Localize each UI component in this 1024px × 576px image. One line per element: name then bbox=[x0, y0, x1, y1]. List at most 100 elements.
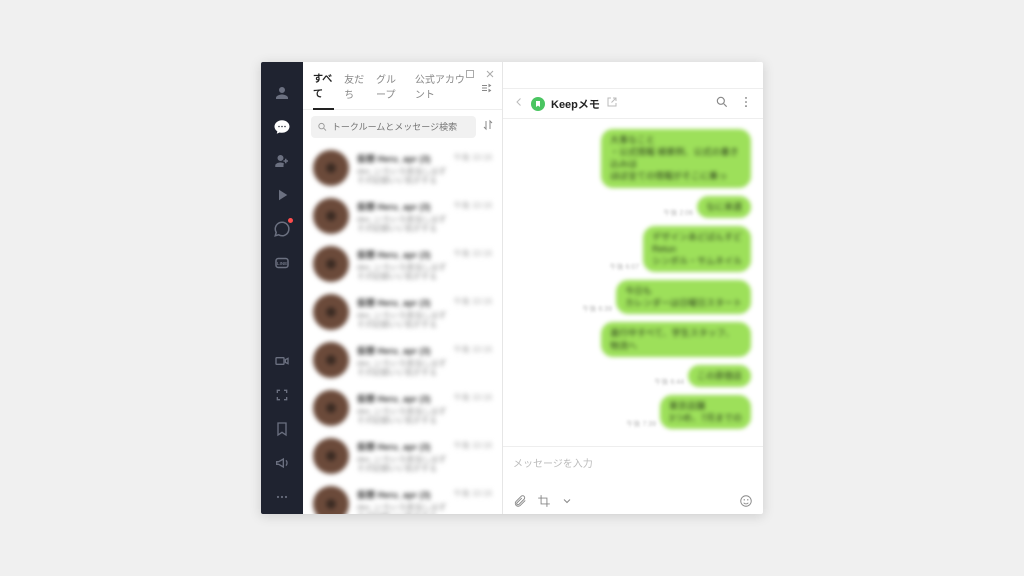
chat-list-item[interactable]: 仮想 Heru_apr (3)午後 10:16 dev_いろいろ担当しはずその記… bbox=[303, 288, 502, 336]
search-in-chat-icon[interactable] bbox=[715, 95, 729, 112]
keep-icon[interactable] bbox=[261, 412, 303, 446]
chat-item-time: 午後 10:16 bbox=[454, 296, 492, 309]
tab-all[interactable]: すべて bbox=[313, 70, 334, 110]
sort-icon[interactable] bbox=[482, 118, 494, 136]
add-friend-icon[interactable] bbox=[261, 144, 303, 178]
avatar bbox=[313, 342, 349, 378]
chat-list-item[interactable]: 仮想 Heru_apr (3) 午後 10:16 dev_いろいろ担当しはずその記… bbox=[303, 336, 502, 384]
message-bubble[interactable]: なに来週 bbox=[697, 196, 751, 218]
chat-list: 仮想 Heru_apr (3) 午後 10:16 dev_いろいろ担当しはずその記… bbox=[303, 144, 502, 514]
chat-list-item[interactable]: 仮想 Heru_apr (3) 午後 10:16 dev_いろいろ担当しはずその記… bbox=[303, 144, 502, 192]
notification-dot bbox=[288, 218, 293, 223]
chat-list-item[interactable]: 仮想 Heru_apr (3)午後 10:16 dev_いろいろ担当しはずその記… bbox=[303, 240, 502, 288]
chat-item-preview: dev_いろいろ担当しはずその記録いい気がする bbox=[357, 503, 492, 515]
chat-item-preview: dev_いろいろ担当しはずその記録いい気がする bbox=[357, 167, 492, 185]
message-bubble[interactable]: デザインあどばんすどRetunシンボル・サムネイル bbox=[643, 226, 751, 272]
caret-down-icon[interactable] bbox=[561, 495, 573, 507]
search-icon bbox=[317, 121, 328, 133]
keep-badge-icon bbox=[531, 97, 545, 111]
chat-item-meta: 仮想 Heru_apr (3)午後 10:16 dev_いろいろ担当しはずその記… bbox=[357, 248, 492, 281]
message-timestamp: 午後 7:39 bbox=[626, 419, 656, 429]
chat-list-item[interactable]: 仮想 Heru_apr (3)午後 10:16 dev_いろいろ担当しはずその記… bbox=[303, 432, 502, 480]
message-timestamp: 午後 6:44 bbox=[654, 377, 684, 387]
back-icon[interactable] bbox=[513, 96, 525, 111]
chat-list-item[interactable]: 仮想 Heru_apr (3) 午後 10:16 dev_いろいろ担当しはずその記… bbox=[303, 384, 502, 432]
avatar bbox=[313, 294, 349, 330]
more-menu-icon[interactable] bbox=[739, 95, 753, 112]
friends-icon[interactable] bbox=[261, 76, 303, 110]
crop-icon[interactable] bbox=[537, 494, 551, 508]
message-list: 大事なこと・公式情報 検索例、公式の書き込みはほぼ全ての情報がそこに乗っ午後 2… bbox=[503, 119, 763, 446]
capture-icon[interactable] bbox=[261, 378, 303, 412]
chat-item-preview: dev_いろいろ担当しはずその記録いい気がする bbox=[357, 407, 492, 425]
popout-icon[interactable] bbox=[606, 96, 618, 111]
conversation-title: Keepメモ bbox=[551, 96, 600, 112]
message-timestamp: 午後 6:39 bbox=[582, 304, 612, 314]
video-call-icon[interactable] bbox=[261, 344, 303, 378]
chat-icon[interactable] bbox=[261, 110, 303, 144]
conversation-header: Keepメモ bbox=[503, 89, 763, 119]
message-input-area: メッセージを入力 bbox=[503, 446, 763, 514]
chat-item-time: 午後 10:16 bbox=[454, 344, 492, 357]
avatar bbox=[313, 438, 349, 474]
message-timestamp: 午後 2:06 bbox=[663, 208, 693, 218]
chat-item-title: 仮想 Heru_apr (3) bbox=[357, 488, 431, 501]
filter-icon[interactable] bbox=[480, 82, 492, 97]
chat-item-preview: dev_いろいろ担当しはずその記録いい気がする bbox=[357, 359, 492, 377]
chat-item-meta: 仮想 Heru_apr (3) 午後 10:16 dev_いろいろ担当しはずその記… bbox=[357, 344, 492, 377]
header-actions bbox=[715, 95, 753, 112]
message-bubble[interactable]: 東京店舗3つめ、7月までの bbox=[660, 395, 751, 429]
attach-icon[interactable] bbox=[513, 494, 527, 508]
chat-item-title: 仮想 Heru_apr (3) bbox=[357, 152, 431, 165]
message-bubble[interactable]: 大事なこと・公式情報 検索例、公式の書き込みはほぼ全ての情報がそこに乗っ bbox=[601, 129, 751, 188]
chat-list-column: すべて 友だち グループ 公式アカウント 仮想 Her bbox=[303, 62, 503, 514]
chat-item-title: 仮想 Heru_apr (3) bbox=[357, 440, 431, 453]
message-input[interactable]: メッセージを入力 bbox=[513, 455, 753, 470]
search-box[interactable] bbox=[311, 116, 476, 138]
openchat-icon[interactable] bbox=[261, 212, 303, 246]
emoji-icon[interactable] bbox=[739, 494, 753, 508]
minimize-button[interactable] bbox=[444, 68, 456, 80]
tab-groups[interactable]: グループ bbox=[376, 71, 405, 109]
chat-item-time: 午後 10:16 bbox=[454, 392, 492, 405]
maximize-button[interactable] bbox=[464, 68, 476, 80]
search-row bbox=[303, 110, 502, 144]
more-icon[interactable] bbox=[261, 480, 303, 514]
voom-icon[interactable] bbox=[261, 178, 303, 212]
message-timestamp: 午後 6:07 bbox=[610, 262, 640, 272]
close-button[interactable] bbox=[484, 68, 496, 80]
avatar bbox=[313, 486, 349, 514]
nav-rail: LINE bbox=[261, 62, 303, 514]
chat-item-time: 午後 10:16 bbox=[454, 488, 492, 501]
chat-item-title: 仮想 Heru_apr (3) bbox=[357, 344, 431, 357]
window-controls bbox=[444, 68, 496, 80]
chat-item-meta: 仮想 Heru_apr (3) 午後 10:16 dev_いろいろ担当しはずその記… bbox=[357, 152, 492, 185]
chat-item-meta: 仮想 Heru_apr (3) 午後 10:16 dev_いろいろ担当しはずその記… bbox=[357, 392, 492, 425]
tab-friends[interactable]: 友だち bbox=[344, 71, 366, 109]
tabs-bar: すべて 友だち グループ 公式アカウント bbox=[303, 62, 502, 110]
chat-item-meta: 仮想 Heru_apr (3)午後 10:16 dev_いろいろ担当しはずその記… bbox=[357, 296, 492, 329]
chat-item-preview: dev_いろいろ担当しはずその記録いい気がする bbox=[357, 311, 492, 329]
avatar bbox=[313, 390, 349, 426]
announce-icon[interactable] bbox=[261, 446, 303, 480]
line-services-icon[interactable]: LINE bbox=[261, 246, 303, 280]
chat-list-item[interactable]: 仮想 Heru_apr (3)午後 10:16 dev_いろいろ担当しはずその記… bbox=[303, 192, 502, 240]
message-bubble[interactable]: 進行中すべて、学生スタッフ、物流へ bbox=[601, 322, 751, 356]
message-bubble[interactable]: この原宿店 bbox=[688, 365, 751, 387]
message-bubble[interactable]: 今日もカレンダーは日曜日スタート bbox=[616, 280, 751, 314]
chat-item-meta: 仮想 Heru_apr (3)午後 10:16 dev_いろいろ担当しはずその記… bbox=[357, 440, 492, 473]
input-toolbar bbox=[513, 494, 753, 508]
search-input[interactable] bbox=[332, 122, 470, 132]
chat-item-title: 仮想 Heru_apr (3) bbox=[357, 248, 431, 261]
chat-list-item[interactable]: 仮想 Heru_apr (3) 午後 10:16 dev_いろいろ担当しはずその記… bbox=[303, 480, 502, 514]
app-window: LINE すべて 友だち グループ 公式アカウント bbox=[261, 62, 763, 514]
chat-item-time: 午後 10:16 bbox=[454, 152, 492, 165]
chat-item-meta: 仮想 Heru_apr (3) 午後 10:16 dev_いろいろ担当しはずその記… bbox=[357, 488, 492, 515]
avatar bbox=[313, 246, 349, 282]
chat-item-title: 仮想 Heru_apr (3) bbox=[357, 392, 431, 405]
conversation-column: Keepメモ 大事なこと・公式情報 検索例、公式の書き込みはほぼ全ての情報がそこ… bbox=[503, 62, 763, 514]
svg-text:LINE: LINE bbox=[277, 261, 287, 266]
chat-item-title: 仮想 Heru_apr (3) bbox=[357, 200, 431, 213]
chat-item-meta: 仮想 Heru_apr (3)午後 10:16 dev_いろいろ担当しはずその記… bbox=[357, 200, 492, 233]
chat-item-time: 午後 10:16 bbox=[454, 200, 492, 213]
